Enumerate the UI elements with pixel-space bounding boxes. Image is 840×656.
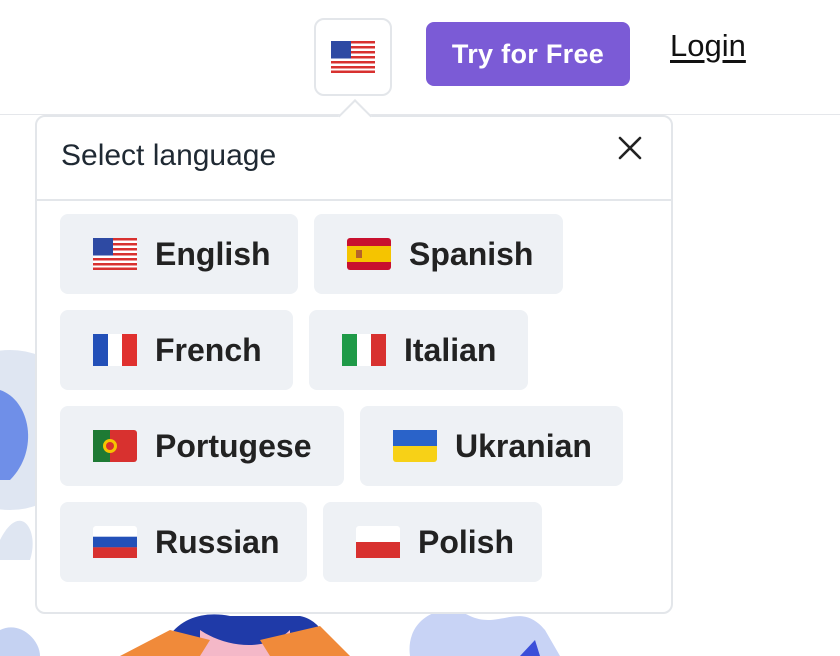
russia-flag-icon [93,526,137,558]
language-label: Portugese [155,427,312,464]
language-option-polish[interactable]: Polish [323,502,542,582]
italy-flag-icon [342,334,386,366]
language-selector-button[interactable] [314,18,392,96]
language-option-portugese[interactable]: Portugese [60,406,344,486]
language-option-french[interactable]: French [60,310,293,390]
language-popover: Select language English Spanish French I… [35,115,673,614]
us-flag-icon [93,238,137,270]
portugal-flag-icon [93,430,137,462]
language-label: French [155,331,262,368]
popover-title: Select language [61,139,277,172]
poland-flag-icon [356,526,400,558]
language-option-ukranian[interactable]: Ukranian [360,406,623,486]
spain-flag-icon [347,238,391,270]
language-label: Russian [155,523,280,560]
language-label: Spanish [409,235,534,272]
language-label: Italian [404,331,497,368]
language-label: Ukranian [455,427,592,464]
language-label: English [155,235,271,272]
language-option-english[interactable]: English [60,214,298,294]
close-icon[interactable] [617,135,643,161]
language-option-italian[interactable]: Italian [309,310,528,390]
language-label: Polish [418,523,515,560]
us-flag-icon [331,41,375,73]
france-flag-icon [93,334,137,366]
top-navigation-bar: Try for Free Login [0,0,840,115]
language-option-spanish[interactable]: Spanish [314,214,563,294]
ukraine-flag-icon [393,430,437,462]
language-option-russian[interactable]: Russian [60,502,307,582]
try-for-free-button[interactable]: Try for Free [426,22,630,86]
login-link[interactable]: Login [670,28,746,64]
